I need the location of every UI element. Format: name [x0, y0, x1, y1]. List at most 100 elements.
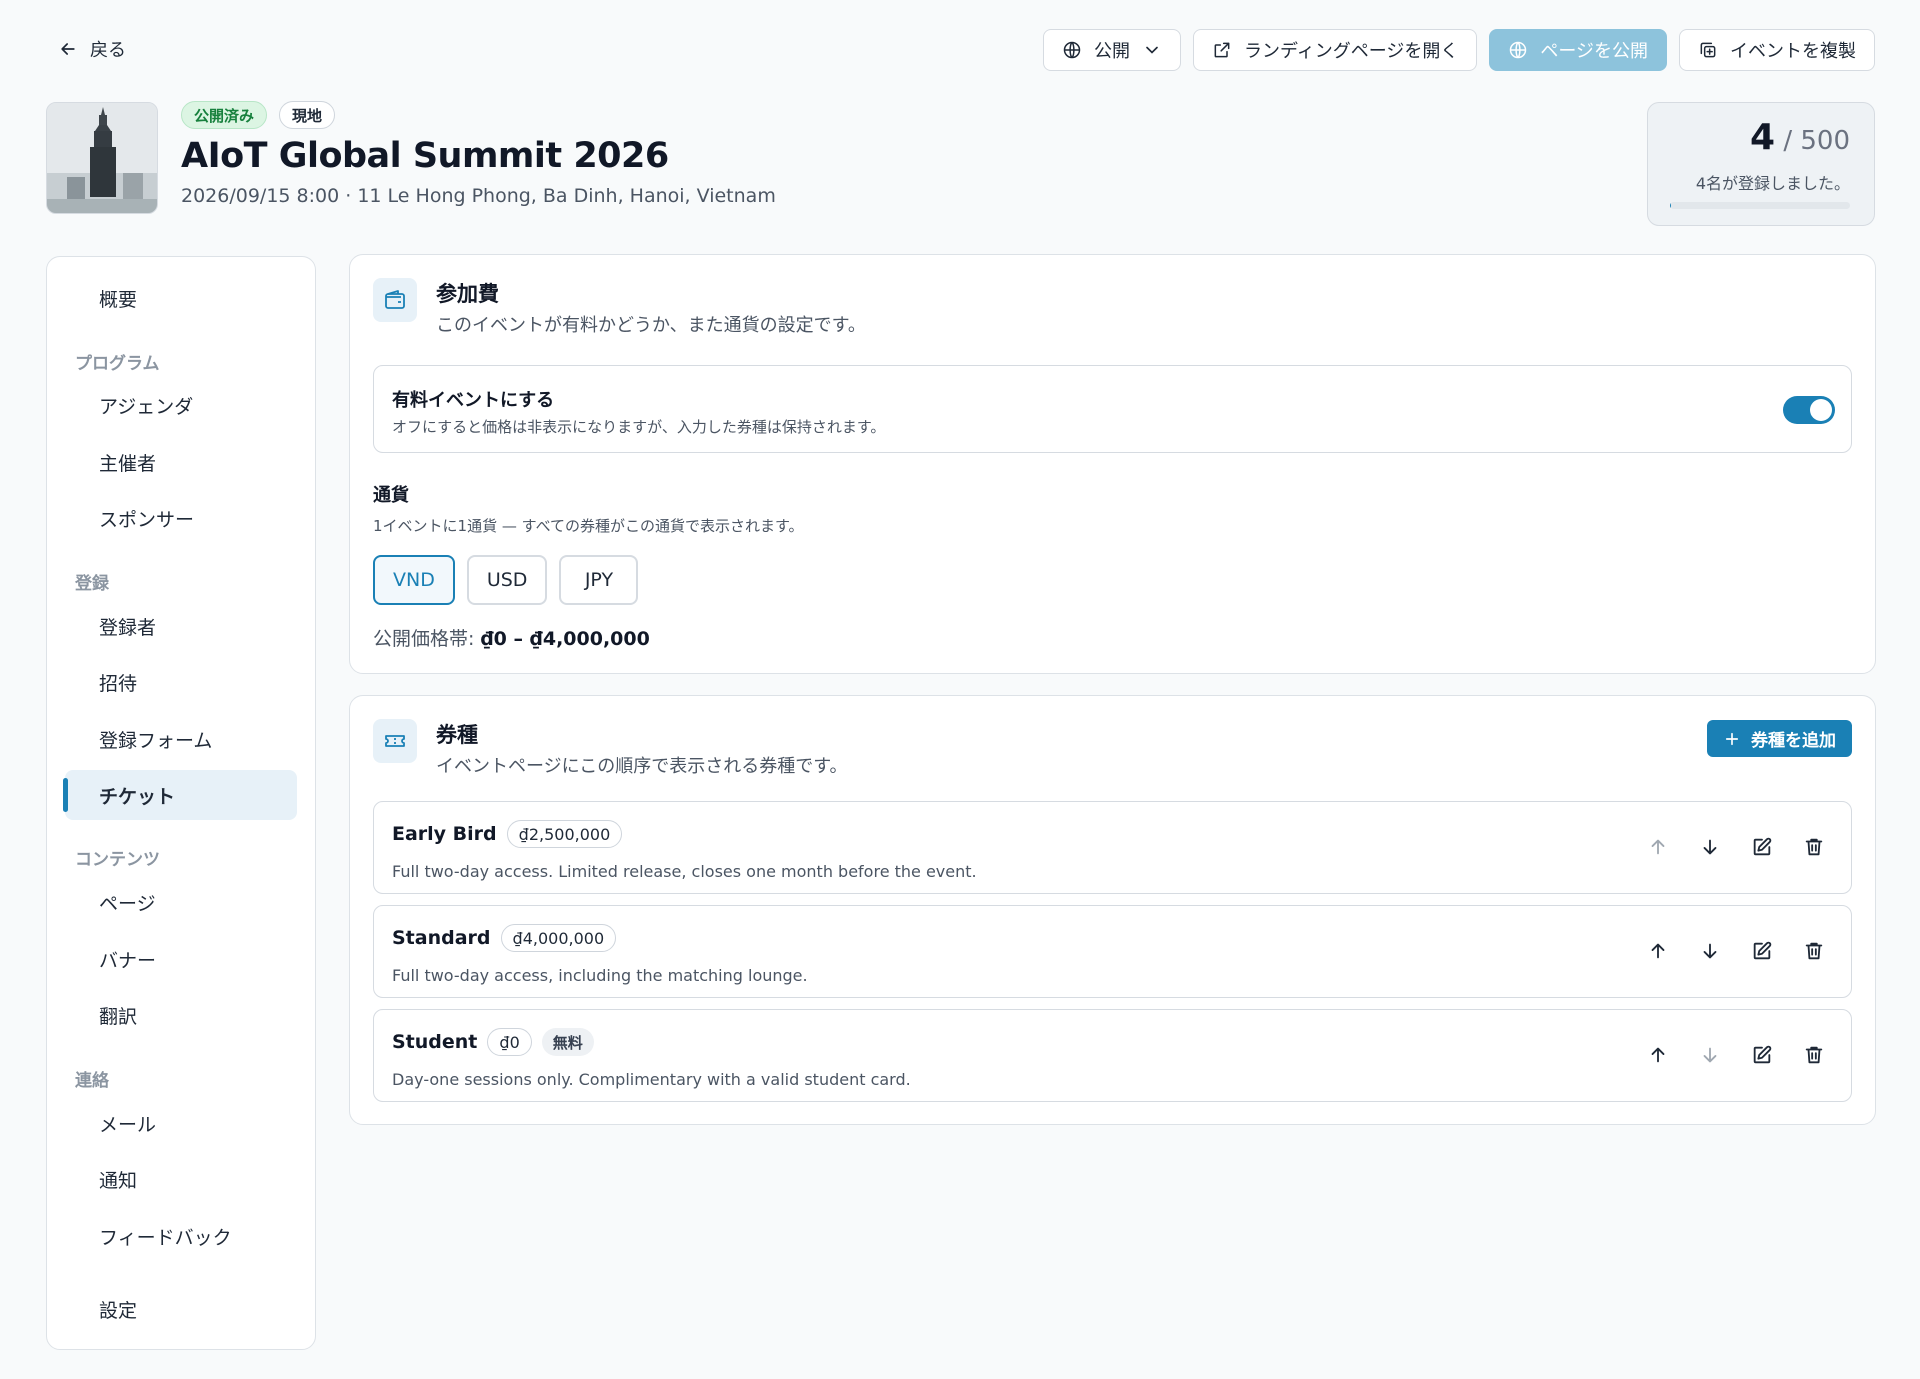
publish-page-button[interactable]: ページを公開 [1489, 29, 1667, 71]
visibility-label: 公開 [1093, 41, 1130, 62]
paid-event-subtitle: オフにすると価格は非表示になりますが、入力した券種は保持されます。 [392, 418, 886, 436]
trash-icon [1805, 942, 1823, 960]
ticket-price: ₫4,000,000 [500, 924, 617, 952]
move-down-button[interactable] [1695, 1040, 1725, 1070]
arrow-left-icon [61, 43, 75, 55]
price-range-label: 公開価格帯: [373, 628, 475, 650]
ticket-row: Standard ₫4,000,000 Full two-day access,… [373, 905, 1852, 998]
arrow-up-icon [1651, 839, 1665, 855]
ticket-description: Full two-day access, including the match… [392, 966, 808, 985]
add-ticket-button[interactable]: 券種を追加 [1707, 720, 1852, 757]
ticket-name: Early Bird [392, 823, 497, 845]
registration-number: 4 [1750, 117, 1776, 158]
sidebar-group-registration: 登録 [75, 574, 109, 594]
ticket-price: ₫0 [487, 1028, 532, 1056]
currency-label: 通貨 [373, 485, 409, 506]
sidebar-item-registrants[interactable]: 登録者 [65, 601, 297, 651]
arrow-down-icon [1703, 1047, 1717, 1063]
sidebar-item-translations[interactable]: 翻訳 [65, 990, 297, 1040]
sidebar-item-tickets[interactable]: チケット [63, 770, 297, 820]
back-label: 戻る [90, 40, 126, 61]
edit-icon [1753, 941, 1772, 960]
sidebar-item-feedback[interactable]: フィードバック [65, 1211, 297, 1261]
registration-capacity: / 500 [1783, 126, 1850, 156]
trash-icon [1805, 838, 1823, 856]
delete-button[interactable] [1799, 832, 1829, 862]
move-down-button[interactable] [1695, 936, 1725, 966]
public-price-range: 公開価格帯: ₫0 – ₫4,000,000 [373, 624, 650, 651]
edit-button[interactable] [1747, 936, 1777, 966]
sidebar-item-settings[interactable]: 設定 [65, 1284, 297, 1334]
chevron-down-icon [1146, 46, 1158, 54]
currency-selector: VND USD JPY [373, 555, 639, 605]
ticket-icon [385, 735, 405, 747]
arrow-up-icon [1651, 943, 1665, 959]
move-up-button[interactable] [1643, 832, 1673, 862]
paid-event-toggle[interactable] [1783, 396, 1835, 424]
paid-event-title: 有料イベントにする [392, 390, 555, 411]
registration-progress-fill [1670, 202, 1672, 209]
free-badge: 無料 [541, 1028, 594, 1056]
sidebar-item-organizers[interactable]: 主催者 [65, 437, 297, 487]
add-ticket-label: 券種を追加 [1751, 731, 1836, 751]
sidebar-item-agenda[interactable]: アジェンダ [65, 380, 297, 430]
move-up-button[interactable] [1643, 936, 1673, 966]
move-down-button[interactable] [1695, 832, 1725, 862]
sidebar-item-notifications[interactable]: 通知 [65, 1154, 297, 1204]
sidebar-item-sponsors[interactable]: スポンサー [65, 493, 297, 543]
sidebar-item-email[interactable]: メール [65, 1098, 297, 1148]
sidebar-item-registration-form[interactable]: 登録フォーム [65, 714, 297, 764]
arrow-down-icon [1703, 839, 1717, 855]
ticket-name: Student [392, 1031, 478, 1053]
fee-card: 参加費 このイベントが有料かどうか、また通貨の設定です。 有料イベントにする オ… [349, 254, 1876, 674]
arrow-down-icon [1703, 943, 1717, 959]
open-landing-button[interactable]: ランディングページを開く [1192, 29, 1478, 71]
edit-button[interactable] [1747, 1040, 1777, 1070]
currency-help: 1イベントに1通貨 — すべての券種がこの通貨で表示されます。 [373, 517, 804, 535]
sidebar-item-banners[interactable]: バナー [65, 934, 297, 984]
move-up-button[interactable] [1643, 1040, 1673, 1070]
duplicate-event-button[interactable]: イベントを複製 [1679, 29, 1875, 71]
currency-option-usd[interactable]: USD [466, 555, 548, 605]
toggle-knob [1810, 399, 1832, 421]
registration-card: 4 / 500 4名が登録しました。 [1647, 102, 1875, 226]
ticket-description: Day-one sessions only. Complimentary wit… [392, 1070, 911, 1089]
delete-button[interactable] [1799, 1040, 1829, 1070]
event-badges: 公開済み 現地 [181, 101, 336, 129]
ticket-row: Early Bird ₫2,500,000 Full two-day acces… [373, 801, 1852, 894]
sidebar-item-invitations[interactable]: 招待 [65, 657, 297, 707]
visibility-dropdown[interactable]: 公開 [1042, 29, 1181, 71]
event-meta: 2026/09/15 8:00 · 11 Le Hong Phong, Ba D… [181, 185, 776, 207]
currency-option-jpy[interactable]: JPY [559, 555, 639, 605]
sidebar-group-content: コンテンツ [75, 850, 160, 870]
fee-card-title: 参加費 [436, 282, 499, 306]
registration-count: 4 / 500 [1750, 117, 1850, 158]
tickets-card-icon-box [373, 719, 417, 763]
delete-button[interactable] [1799, 936, 1829, 966]
back-button[interactable]: 戻る [58, 36, 126, 62]
globe-icon [1063, 41, 1081, 59]
top-actions: 公開 ランディングページを開く ページを公開 イベントを複製 [1042, 29, 1875, 71]
tickets-card: 券種 イベントページにこの順序で表示される券種です。 券種を追加 Early B… [349, 695, 1876, 1125]
ticket-name: Standard [392, 927, 491, 949]
city-skyline-image [47, 103, 157, 213]
registration-progress [1670, 202, 1850, 209]
wallet-icon [385, 290, 405, 309]
ticket-description: Full two-day access. Limited release, cl… [392, 862, 977, 881]
currency-option-vnd[interactable]: VND [373, 555, 455, 605]
page-title: AIoT Global Summit 2026 [181, 136, 669, 176]
open-landing-label: ランディングページを開く [1243, 41, 1459, 62]
sidebar: 概要 プログラム アジェンダ 主催者 スポンサー 登録 登録者 招待 登録フォー… [46, 256, 316, 1350]
edit-icon [1753, 837, 1772, 856]
sidebar-item-pages[interactable]: ページ [65, 877, 297, 927]
edit-button[interactable] [1747, 832, 1777, 862]
sidebar-group-contact: 連絡 [75, 1071, 109, 1091]
registration-text: 4名が登録しました。 [1695, 174, 1850, 193]
ticket-header: Standard ₫4,000,000 [392, 924, 617, 952]
arrow-up-icon [1651, 1047, 1665, 1063]
sidebar-group-program: プログラム [75, 354, 160, 374]
publish-page-label: ページを公開 [1540, 41, 1648, 62]
tickets-card-title: 券種 [436, 723, 478, 747]
sidebar-item-overview[interactable]: 概要 [65, 273, 297, 323]
ticket-actions [1643, 936, 1829, 966]
